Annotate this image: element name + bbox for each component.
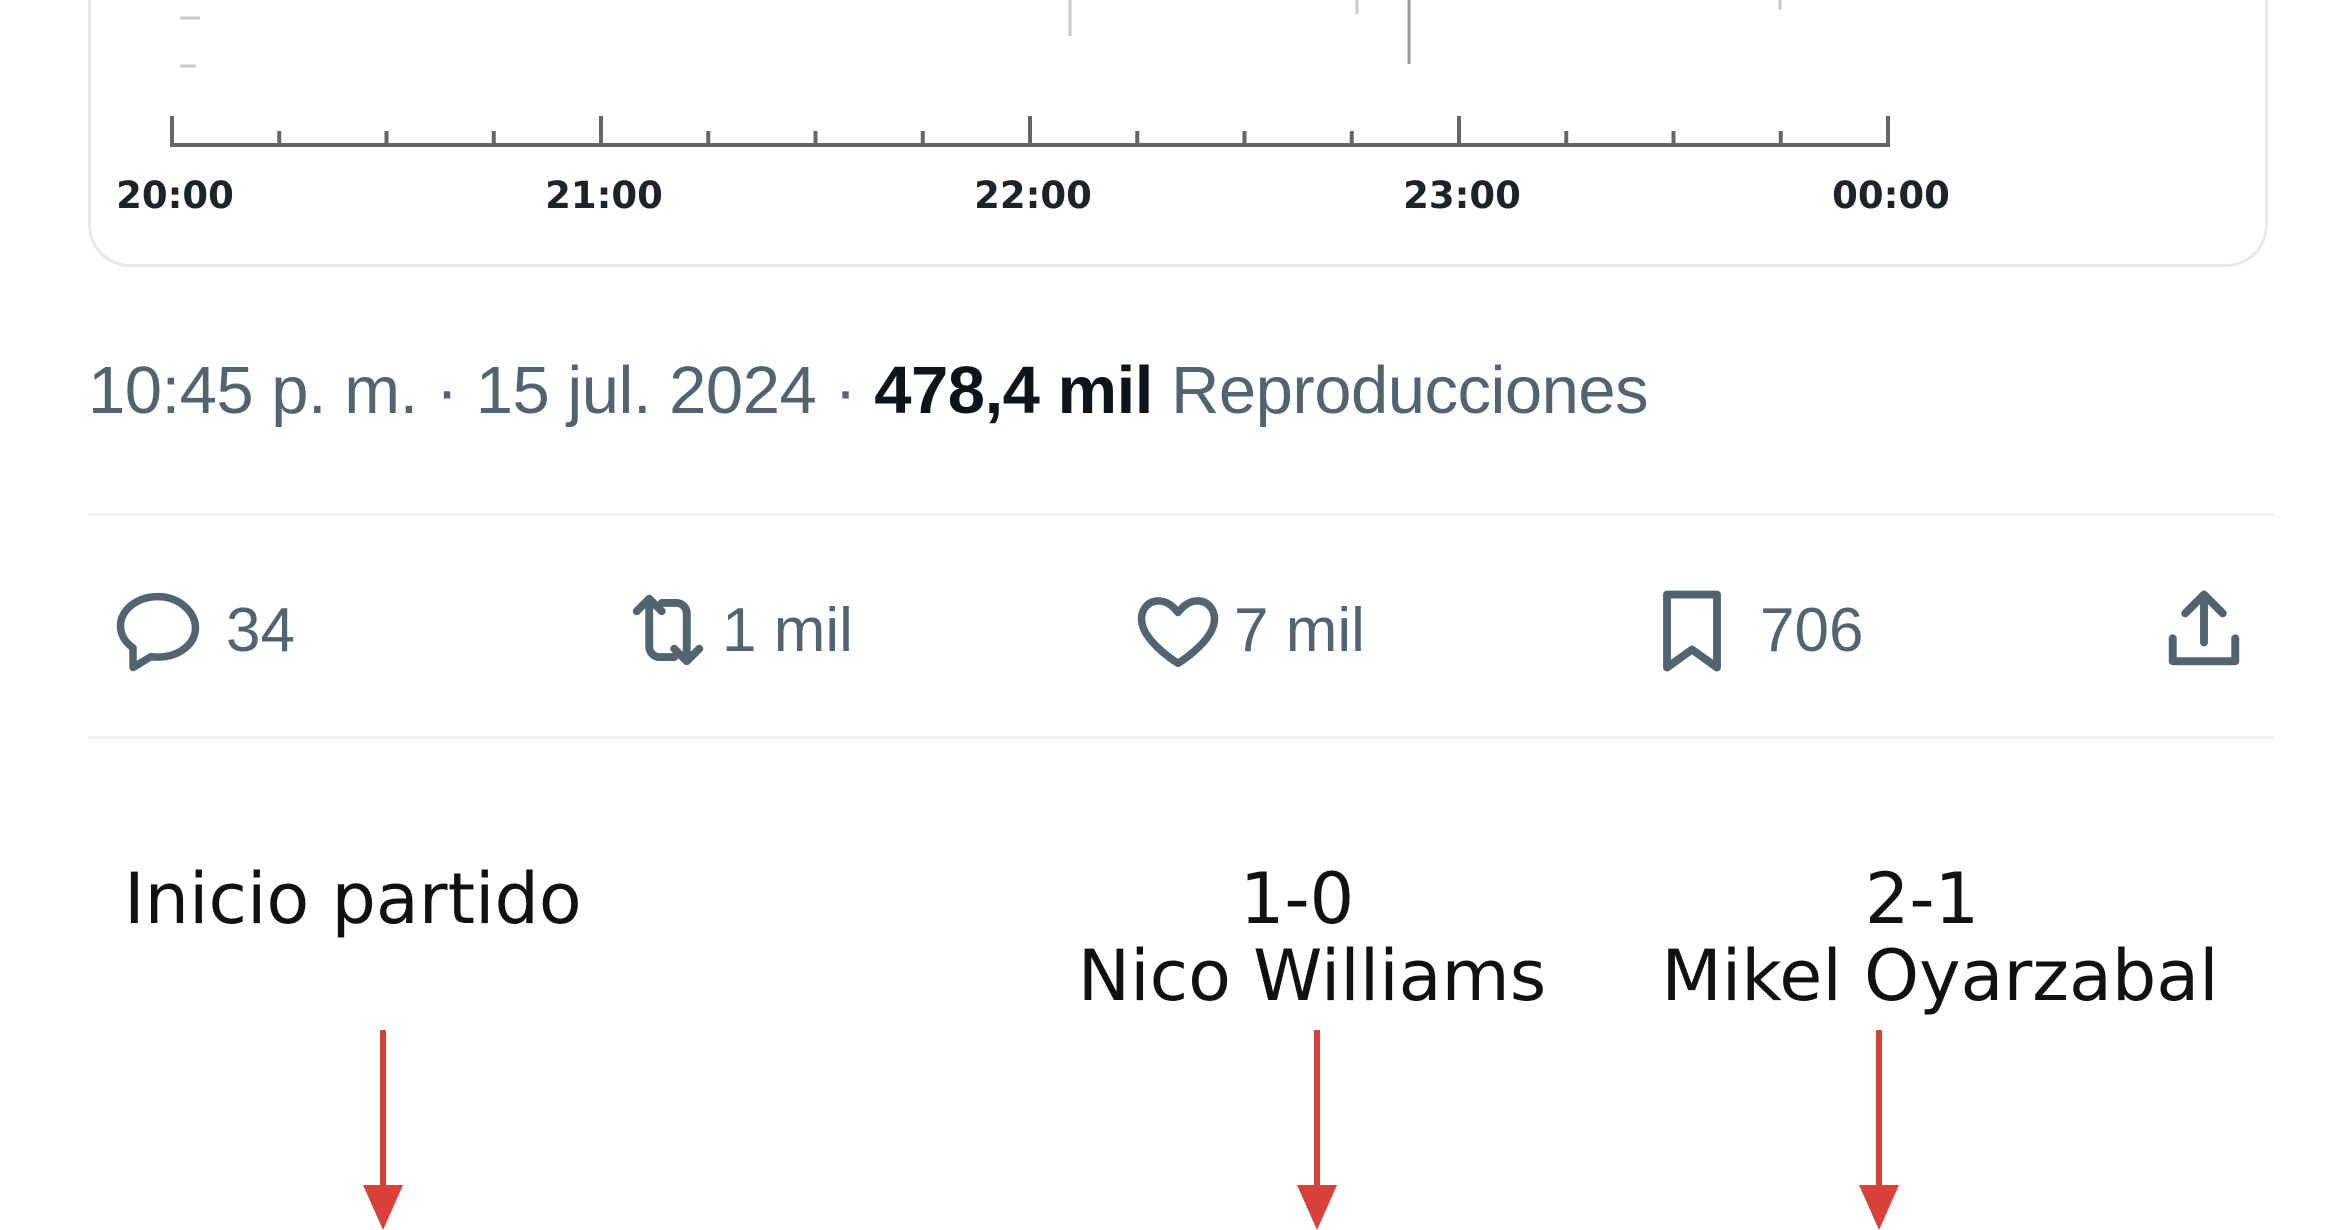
retweet-count: 1 mil	[722, 595, 853, 665]
heart-icon	[1137, 597, 1219, 668]
separator: ·	[435, 353, 458, 428]
tick-label-23: 23:00	[1403, 174, 1521, 217]
action-bar: 34 1 mil 7 mil 706	[0, 570, 2350, 690]
share-button[interactable]	[2154, 570, 2254, 690]
reply-count: 34	[226, 595, 295, 665]
chart-axis	[170, 0, 1890, 147]
like-button[interactable]: 7 mil	[1128, 570, 1365, 690]
views-count: 478,4 mil	[874, 353, 1153, 428]
tick-label-22: 22:00	[974, 174, 1092, 217]
tick-label-20: 20:00	[116, 174, 234, 217]
chart-spikes	[180, 0, 1782, 68]
tweet-metadata: 10:45 p. m. · 15 jul. 2024 · 478,4 mil R…	[88, 352, 1649, 429]
annotation-match-start: Inicio partido	[124, 858, 582, 940]
tick-label-21: 21:00	[545, 174, 663, 217]
reply-button[interactable]: 34	[108, 570, 295, 690]
arrow-match-start	[363, 1030, 403, 1230]
divider-bottom	[88, 736, 2274, 739]
arrow-goal1	[1297, 1030, 1337, 1230]
retweet-icon	[632, 594, 704, 666]
bookmark-count: 706	[1760, 595, 1864, 665]
annotation-goal1-player: Nico Williams	[1077, 935, 1547, 1017]
annotation-goal1-score: 1-0	[1239, 858, 1355, 940]
arrow-goal2	[1859, 1030, 1899, 1230]
tweet-time[interactable]: 10:45 p. m.	[88, 353, 418, 428]
annotation-goal2-score: 2-1	[1864, 858, 1980, 940]
separator: ·	[834, 353, 857, 428]
tweet-date[interactable]: 15 jul. 2024	[476, 353, 817, 428]
bookmark-button[interactable]: 706	[1642, 570, 1863, 690]
share-icon	[2168, 590, 2240, 666]
retweet-button[interactable]: 1 mil	[618, 570, 853, 690]
bookmark-icon	[1663, 590, 1721, 672]
tick-label-00: 00:00	[1832, 174, 1950, 217]
divider-top	[88, 513, 2274, 516]
annotation-goal2-player: Mikel Oyarzabal	[1661, 935, 2219, 1017]
like-count: 7 mil	[1234, 595, 1365, 665]
reply-icon	[116, 592, 200, 672]
views-label[interactable]: Reproducciones	[1171, 353, 1649, 428]
